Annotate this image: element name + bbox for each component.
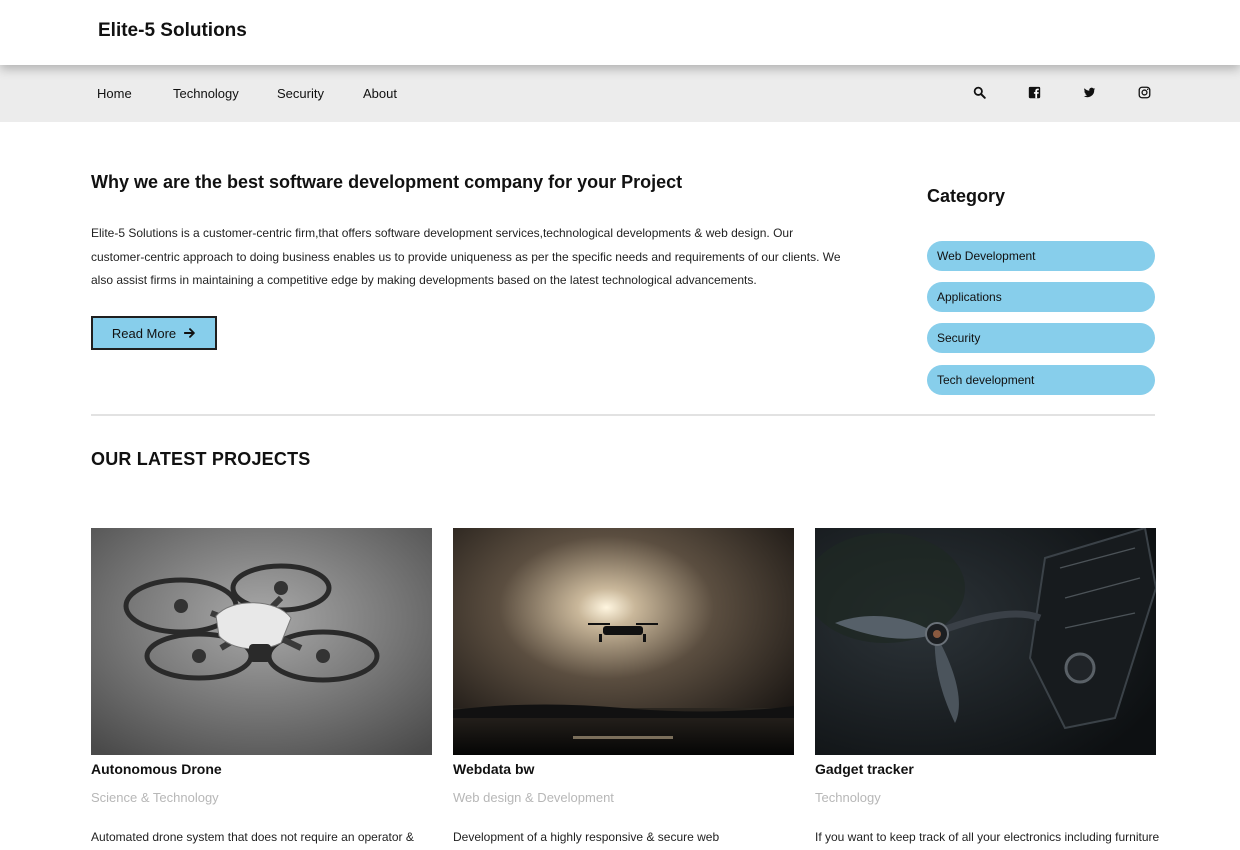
instagram-icon[interactable] [1137, 85, 1151, 99]
project-title[interactable]: Autonomous Drone [91, 761, 222, 777]
project-title[interactable]: Webdata bw [453, 761, 534, 777]
latest-projects-title: OUR LATEST PROJECTS [91, 449, 311, 469]
main-navbar: Home Technology Security About [0, 65, 1240, 122]
search-icon[interactable] [972, 85, 986, 99]
brand-logo[interactable]: Elite-5 Solutions [98, 20, 247, 42]
hero-title: Why we are the best software development… [91, 172, 683, 192]
project-category: Technology [815, 790, 881, 805]
project-description: Automated drone system that does not req… [91, 830, 414, 844]
nav-about[interactable]: About [363, 86, 397, 101]
project-card: Webdata bw Web design & Development Deve… [453, 528, 794, 844]
project-description: If you want to keep track of all your el… [815, 830, 1160, 844]
top-header: Elite-5 Solutions [0, 0, 1240, 65]
facebook-icon[interactable] [1027, 85, 1041, 99]
project-title[interactable]: Gadget tracker [815, 761, 914, 777]
read-more-button[interactable]: Read More [91, 316, 217, 350]
project-description: Development of a highly responsive & sec… [453, 830, 720, 844]
project-category: Science & Technology [91, 790, 219, 805]
arrow-right-icon [184, 328, 195, 338]
nav-technology[interactable]: Technology [173, 86, 239, 101]
project-card: Autonomous Drone Science & Technology Au… [91, 528, 432, 844]
twitter-icon[interactable] [1082, 85, 1096, 99]
project-card: Gadget tracker Technology If you want to… [815, 528, 1159, 844]
project-image-gadget-tracker[interactable] [815, 528, 1156, 755]
category-title: Category [927, 186, 1006, 206]
category-security[interactable]: Security [927, 323, 1155, 353]
project-category: Web design & Development [453, 790, 614, 805]
project-image-webdata[interactable] [453, 528, 794, 755]
nav-security[interactable]: Security [277, 86, 324, 101]
read-more-label: Read More [111, 325, 177, 341]
section-divider [91, 414, 1155, 416]
category-tech-development[interactable]: Tech development [927, 365, 1155, 395]
category-applications[interactable]: Applications [927, 282, 1155, 312]
nav-home[interactable]: Home [97, 86, 132, 101]
hero-description: Elite-5 Solutions is a customer-centric … [91, 226, 841, 287]
category-web-development[interactable]: Web Development [927, 241, 1155, 271]
project-image-drone[interactable] [91, 528, 432, 755]
